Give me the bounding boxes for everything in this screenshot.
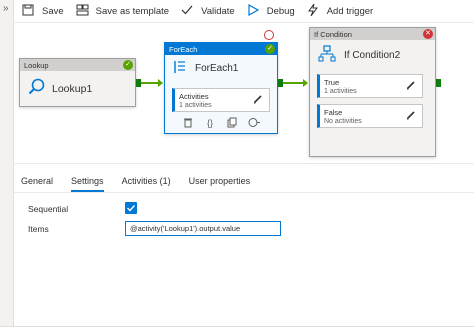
activity-name: If Condition2 <box>344 49 401 61</box>
save-button[interactable]: Save <box>22 0 64 22</box>
foreach-header: ForEach ✓ <box>165 43 277 55</box>
if-condition-body: If Condition2 <box>310 40 435 70</box>
arrow-head-icon <box>158 79 163 87</box>
activity-type-label: ForEach <box>169 44 198 54</box>
save-icon <box>22 4 36 18</box>
success-connector <box>283 82 303 84</box>
true-branch-count: 1 activities <box>324 88 357 95</box>
checkmark-icon <box>127 205 136 212</box>
activity-type-label: If Condition <box>314 29 352 39</box>
success-check-icon: ✓ <box>265 44 275 54</box>
lookup-header: Lookup ✓ <box>20 59 135 71</box>
pencil-icon[interactable] <box>406 110 416 120</box>
debug-button[interactable]: Debug <box>247 0 295 22</box>
activity-name: ForEach1 <box>195 62 239 74</box>
debug-label: Debug <box>266 5 295 17</box>
magnifier-icon <box>28 78 46 99</box>
pencil-icon[interactable] <box>406 80 416 90</box>
success-check-icon: ✓ <box>123 60 133 70</box>
tab-label: Settings <box>71 176 104 186</box>
error-x-icon: ✕ <box>423 29 433 39</box>
items-expression-input[interactable]: @activity('Lookup1').output.value <box>125 221 281 236</box>
save-label: Save <box>42 5 64 17</box>
add-trigger-button[interactable]: Add trigger <box>307 0 373 22</box>
validate-label: Validate <box>201 5 235 17</box>
arrow-head-icon <box>303 79 308 87</box>
tab-activities[interactable]: Activities (1) <box>115 172 178 190</box>
sequential-label: Sequential <box>28 204 69 214</box>
sequential-checkbox[interactable] <box>125 202 137 214</box>
branch-icon <box>318 44 336 66</box>
lookup-activity[interactable]: Lookup ✓ Lookup1 <box>19 58 136 107</box>
template-icon <box>76 4 90 18</box>
true-branch-title: True <box>324 78 340 87</box>
tab-label: Activities (1) <box>121 176 171 186</box>
lookup-body: Lookup1 <box>20 71 135 106</box>
success-connector <box>141 82 158 84</box>
false-branch-title: False <box>324 108 343 117</box>
validate-button[interactable]: Validate <box>181 0 235 22</box>
save-as-template-label: Save as template <box>95 5 170 17</box>
foreach-inner-activities[interactable]: Activities 1 activities <box>172 88 270 112</box>
if-condition-activity[interactable]: If Condition ✕ If Condition2 True 1 acti… <box>309 27 436 157</box>
activity-name: Lookup1 <box>52 82 93 95</box>
tab-settings[interactable]: Settings <box>64 172 111 192</box>
play-icon <box>247 3 261 18</box>
foreach-activity[interactable]: ForEach ✓ ForEach1 Activities 1 activiti… <box>164 42 278 134</box>
save-as-template-button[interactable]: Save as template <box>76 0 169 22</box>
activity-action-bar: {} <box>165 117 277 131</box>
copy-icon[interactable] <box>226 117 238 129</box>
inner-activities-count: 1 activities <box>179 102 212 109</box>
left-collapse-strip: » <box>0 0 14 327</box>
add-output-icon[interactable] <box>248 117 260 129</box>
true-branch-box[interactable]: True 1 activities <box>317 74 423 98</box>
tab-label: User properties <box>188 176 251 186</box>
if-condition-success-handle[interactable] <box>436 79 441 87</box>
foreach-icon <box>173 59 187 78</box>
canvas-panel-divider <box>14 163 474 164</box>
tab-user-properties[interactable]: User properties <box>182 172 258 190</box>
activity-type-label: Lookup <box>24 60 49 70</box>
toolbar: Save Save as template Validate Debug Add… <box>16 0 474 22</box>
properties-tabs: General Settings Activities (1) User pro… <box>14 172 474 192</box>
checkmark-icon <box>181 4 195 18</box>
failure-handle-icon[interactable] <box>264 30 274 40</box>
false-branch-count: No activities <box>324 118 362 125</box>
items-label: Items <box>28 224 49 234</box>
inner-activities-title: Activities <box>179 92 209 101</box>
pipeline-canvas[interactable]: Lookup ✓ Lookup1 ForEach ✓ ForEach1 Acti… <box>14 23 474 163</box>
tab-label: General <box>21 176 54 186</box>
false-branch-box[interactable]: False No activities <box>317 104 423 128</box>
double-chevron-right-icon[interactable]: » <box>3 3 9 15</box>
add-trigger-label: Add trigger <box>326 5 374 17</box>
delete-icon[interactable] <box>182 117 194 129</box>
code-braces-icon[interactable]: {} <box>204 117 216 129</box>
if-condition-header: If Condition ✕ <box>310 28 435 40</box>
tabs-divider <box>14 192 474 193</box>
lightning-bolt-icon <box>307 3 321 18</box>
foreach-body: ForEach1 <box>165 55 277 81</box>
pencil-icon[interactable] <box>253 94 263 104</box>
tab-general[interactable]: General <box>14 172 60 190</box>
